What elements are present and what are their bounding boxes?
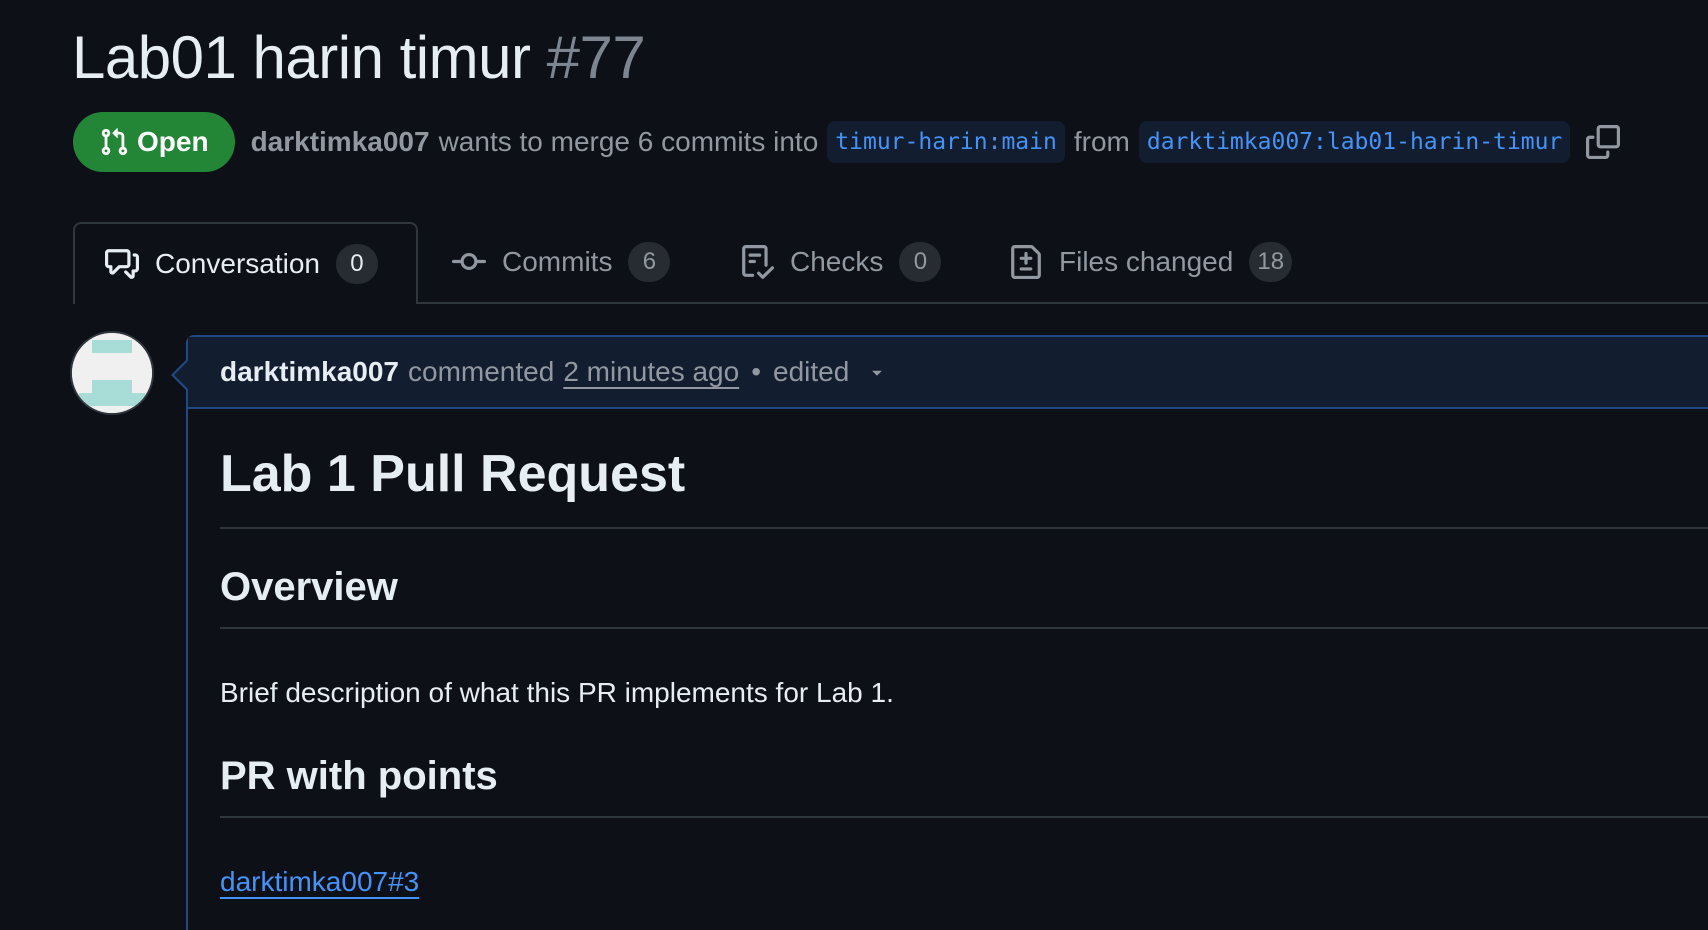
- comment-pointer-inner: [174, 361, 188, 389]
- comment-discussion-icon: [105, 247, 139, 281]
- comment-author-link[interactable]: darktimka007: [220, 356, 399, 388]
- pr-tabs: Conversation 0 Commits 6 Checks 0 Files …: [73, 222, 1708, 304]
- tab-counter: 6: [628, 242, 671, 282]
- tab-label: Conversation: [155, 248, 320, 279]
- status-badge: Open: [73, 112, 235, 172]
- tab-counter: 0: [335, 244, 378, 284]
- tab-counter: 18: [1249, 242, 1293, 282]
- edited-label: edited: [773, 356, 850, 387]
- tab-counter: 0: [899, 242, 942, 282]
- head-branch[interactable]: darktimka007:lab01-harin-timur: [1138, 121, 1571, 163]
- markdown-paragraph: Brief description of what this PR implem…: [220, 677, 894, 708]
- comment-box: darktimka007 commented 2 minutes ago • e…: [186, 335, 1708, 930]
- edited-menu[interactable]: edited: [773, 356, 887, 388]
- avatar[interactable]: [72, 333, 152, 413]
- git-commit-icon: [452, 245, 486, 279]
- pr-author-link[interactable]: darktimka007: [251, 126, 430, 158]
- tab-commits[interactable]: Commits 6: [452, 222, 671, 302]
- pr-title-text: Lab01 harin timur: [72, 24, 531, 91]
- file-diff-icon: [1009, 245, 1043, 279]
- comment-action: commented: [408, 356, 555, 387]
- from-text: from: [1073, 126, 1130, 157]
- tab-checks[interactable]: Checks 0: [740, 222, 942, 302]
- markdown-heading-points: PR with points: [220, 750, 1708, 818]
- comment-header: darktimka007 commented 2 minutes ago • e…: [188, 337, 1708, 409]
- checklist-icon: [740, 245, 774, 279]
- markdown-heading-overview: Overview: [220, 561, 1708, 629]
- identicon-icon: [72, 333, 152, 413]
- pr-number: #77: [546, 24, 646, 91]
- tab-files-changed[interactable]: Files changed 18: [1009, 222, 1293, 302]
- status-label: Open: [137, 126, 209, 157]
- page-title: Lab01 harin timur #77: [72, 18, 646, 98]
- tab-label: Files changed: [1059, 246, 1234, 277]
- markdown-heading-1: Lab 1 Pull Request: [220, 439, 1708, 529]
- points-link[interactable]: darktimka007#3: [220, 862, 419, 902]
- separator-dot: •: [751, 356, 762, 387]
- pull-request-page: Lab01 harin timur #77 Open darktimka007 …: [0, 0, 1708, 930]
- comment-timestamp[interactable]: 2 minutes ago: [563, 356, 739, 388]
- copy-icon[interactable]: [1586, 125, 1621, 159]
- pr-meta-row: Open darktimka007 wants to merge 6 commi…: [73, 112, 1621, 172]
- tab-label: Checks: [790, 246, 884, 277]
- tab-label: Commits: [502, 246, 613, 277]
- triangle-down-icon: [867, 362, 887, 382]
- tab-conversation[interactable]: Conversation 0: [73, 222, 418, 304]
- base-branch[interactable]: timur-harin:main: [827, 121, 1065, 163]
- merge-description: wants to merge 6 commits into: [438, 126, 819, 157]
- git-pull-request-icon: [99, 127, 129, 157]
